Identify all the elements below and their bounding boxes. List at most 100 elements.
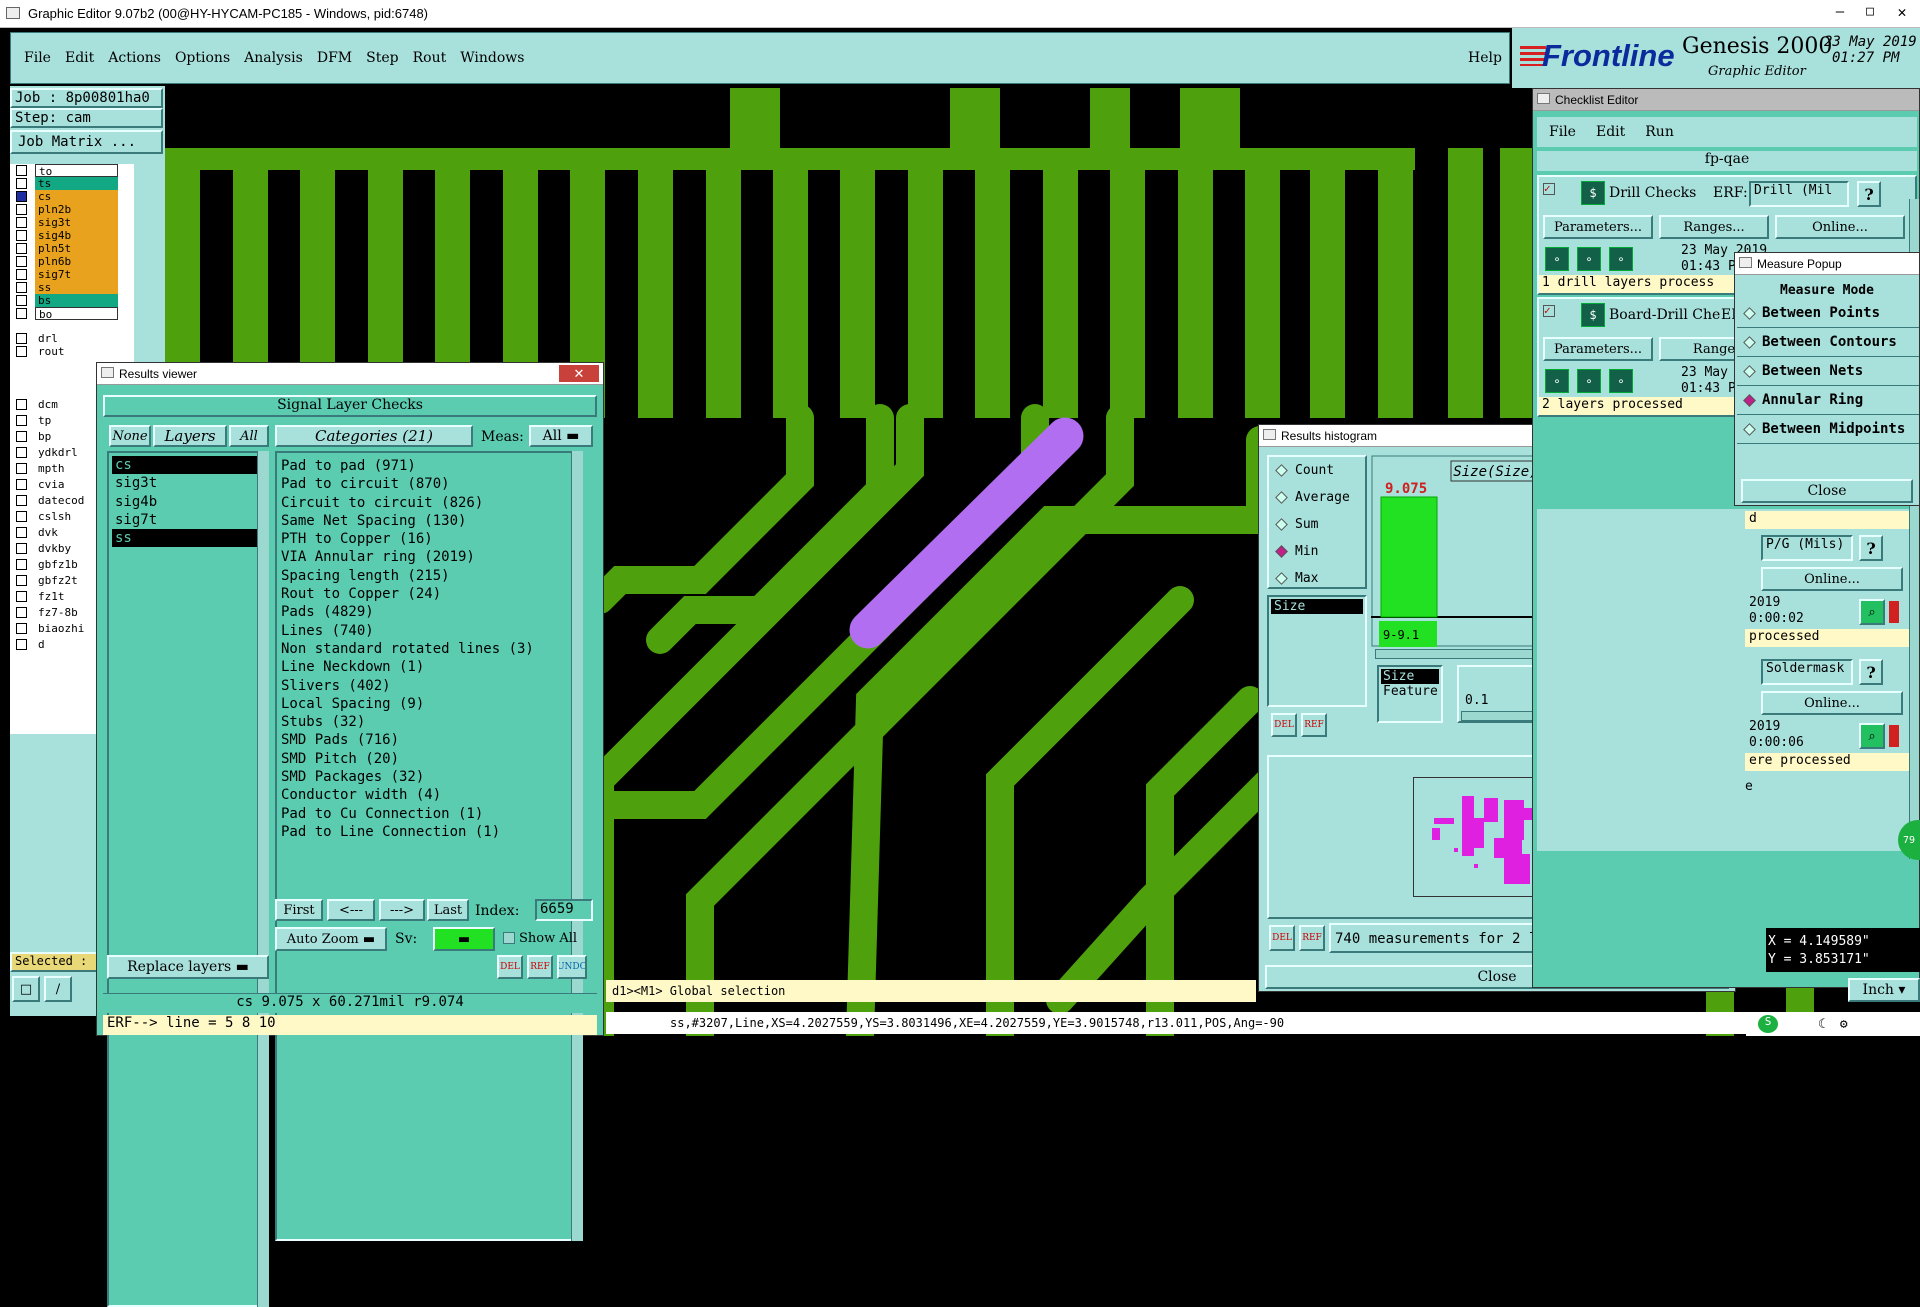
gear-icon[interactable]: ⚙	[1840, 1017, 1848, 1032]
categories-list[interactable]: Pad to pad (971) Pad to circuit (870) Ci…	[275, 451, 583, 1241]
measure-between-contours[interactable]: Between Contours	[1737, 328, 1919, 357]
list-item[interactable]: Size	[1381, 669, 1439, 684]
moon-icon[interactable]: ☾	[1818, 1017, 1826, 1032]
run-icon[interactable]: ∘	[1545, 247, 1569, 271]
list-item[interactable]: Slivers (402)	[281, 677, 577, 695]
layer-row[interactable]: drl	[10, 332, 118, 345]
layer-row[interactable]: bo	[10, 307, 118, 321]
layer-row[interactable]: sig7t	[10, 268, 118, 281]
maximize-button[interactable]: □	[1860, 4, 1880, 22]
list-item[interactable]: Conductor width (4)	[281, 786, 577, 804]
option-min[interactable]: Min	[1269, 538, 1365, 565]
list-item[interactable]: sig3t	[112, 474, 264, 492]
layer-row[interactable]: pln5t	[10, 242, 118, 255]
auto-zoom-select[interactable]: Auto Zoom ▬	[275, 927, 387, 951]
checklist-menu-file[interactable]: File	[1549, 124, 1576, 140]
layers-scrollbar[interactable]	[257, 451, 269, 1307]
zoom-icon[interactable]: ⌕	[1859, 723, 1885, 749]
drill-online-button[interactable]: Online...	[1775, 215, 1905, 239]
replace-layers-select[interactable]: Replace layers ▬	[107, 955, 269, 979]
list-item[interactable]: Pad to Line Connection (1)	[281, 823, 577, 841]
option-count[interactable]: Count	[1269, 457, 1365, 484]
menu-actions[interactable]: Actions	[108, 50, 161, 66]
meas-select[interactable]: All ▬	[529, 425, 593, 447]
list-item[interactable]: Spacing length (215)	[281, 567, 577, 585]
del-icon[interactable]: DEL	[1269, 925, 1295, 951]
layer-row[interactable]: to	[10, 164, 118, 178]
help-icon[interactable]: ?	[1857, 181, 1881, 207]
help-icon[interactable]: ?	[1859, 535, 1883, 561]
ref-icon[interactable]: REF	[1301, 713, 1327, 737]
list-item[interactable]: Rout to Copper (24)	[281, 585, 577, 603]
close-button[interactable]: ✕	[1890, 3, 1914, 23]
board-check-checkbox[interactable]: ✓	[1543, 305, 1555, 317]
run-icon[interactable]: ∘	[1609, 247, 1633, 271]
check4-online-button[interactable]: Online...	[1761, 691, 1903, 715]
menu-file[interactable]: File	[24, 50, 51, 66]
minimize-button[interactable]: –	[1830, 4, 1850, 22]
view-icon-1[interactable]: □	[12, 976, 40, 1002]
del-icon[interactable]: DEL	[497, 955, 523, 979]
help-icon[interactable]: ?	[1859, 659, 1883, 685]
result-layers-list[interactable]: cs sig3t sig4b sig7t ss	[107, 451, 269, 1307]
layer-row[interactable]: ss	[10, 281, 118, 294]
drill-ranges-button[interactable]: Ranges...	[1659, 215, 1769, 239]
list-item[interactable]: Size	[1271, 599, 1363, 614]
measure-close-button[interactable]: Close	[1741, 479, 1913, 503]
layer-row[interactable]: bs	[10, 294, 118, 307]
measure-annular-ring[interactable]: Annular Ring	[1737, 386, 1919, 415]
ime-icon[interactable]: S	[1758, 1015, 1778, 1033]
ref-icon[interactable]: REF	[527, 955, 553, 979]
undo-icon[interactable]: UNDO	[557, 955, 587, 979]
run-icon[interactable]: ∘	[1577, 247, 1601, 271]
option-average[interactable]: Average	[1269, 484, 1365, 511]
list-item[interactable]: Line Neckdown (1)	[281, 658, 577, 676]
list-item[interactable]: SMD Pitch (20)	[281, 750, 577, 768]
check3-erf-value[interactable]: P/G (Mils)	[1761, 535, 1853, 561]
list-item[interactable]: Pad to Cu Connection (1)	[281, 805, 577, 823]
layer-row[interactable]: pln2b	[10, 203, 118, 216]
board-parameters-button[interactable]: Parameters...	[1543, 337, 1653, 361]
list-item[interactable]: VIA Annular ring (2019)	[281, 548, 577, 566]
list-item[interactable]: Local Spacing (9)	[281, 695, 577, 713]
layer-row[interactable]: rout	[10, 345, 118, 358]
option-sum[interactable]: Sum	[1269, 511, 1365, 538]
check3-online-button[interactable]: Online...	[1761, 567, 1903, 591]
list-item[interactable]: Pad to pad (971)	[281, 457, 577, 475]
view-icon-2[interactable]: ∕	[44, 976, 72, 1002]
menu-dfm[interactable]: DFM	[317, 50, 352, 66]
first-button[interactable]: First	[275, 899, 323, 921]
layer-row[interactable]: sig3t	[10, 216, 118, 229]
checklist-menu-run[interactable]: Run	[1645, 124, 1674, 140]
prev-button[interactable]: <---	[327, 899, 375, 921]
list-item[interactable]: Non standard rotated lines (3)	[281, 640, 577, 658]
zoom-icon[interactable]: ⌕	[1859, 599, 1885, 625]
none-button[interactable]: None	[109, 425, 151, 447]
list-item[interactable]: SMD Pads (716)	[281, 731, 577, 749]
drill-parameters-button[interactable]: Parameters...	[1543, 215, 1653, 239]
show-all-checkbox[interactable]	[503, 932, 515, 944]
histogram-bar[interactable]	[1380, 496, 1438, 618]
list-item[interactable]: Feature	[1381, 684, 1439, 699]
list-item[interactable]: Stubs (32)	[281, 713, 577, 731]
layer-row[interactable]: cs	[10, 190, 118, 203]
list-item[interactable]: Pads (4829)	[281, 603, 577, 621]
measure-between-midpoints[interactable]: Between Midpoints	[1737, 415, 1919, 444]
drill-check-checkbox[interactable]: ✓	[1543, 183, 1555, 195]
menu-options[interactable]: Options	[175, 50, 230, 66]
job-matrix-button[interactable]: Job Matrix ...	[10, 130, 163, 154]
units-select[interactable]: Inch ▾	[1848, 978, 1920, 1002]
del-icon[interactable]: DEL	[1271, 713, 1297, 737]
layer-row[interactable]: pln6b	[10, 255, 118, 268]
sv-color-select[interactable]: ▬	[433, 927, 495, 951]
measure-between-points[interactable]: Between Points	[1737, 299, 1919, 328]
list-item[interactable]: Lines (740)	[281, 622, 577, 640]
menu-edit[interactable]: Edit	[65, 50, 94, 66]
field-list[interactable]: Size	[1267, 595, 1367, 707]
categories-scrollbar[interactable]	[571, 451, 583, 1241]
menu-help[interactable]: Help	[1468, 50, 1502, 66]
run-icon[interactable]: ∘	[1545, 369, 1569, 393]
list-item[interactable]: sig7t	[112, 511, 264, 529]
checklist-menu-edit[interactable]: Edit	[1596, 124, 1625, 140]
menu-step[interactable]: Step	[366, 50, 398, 66]
